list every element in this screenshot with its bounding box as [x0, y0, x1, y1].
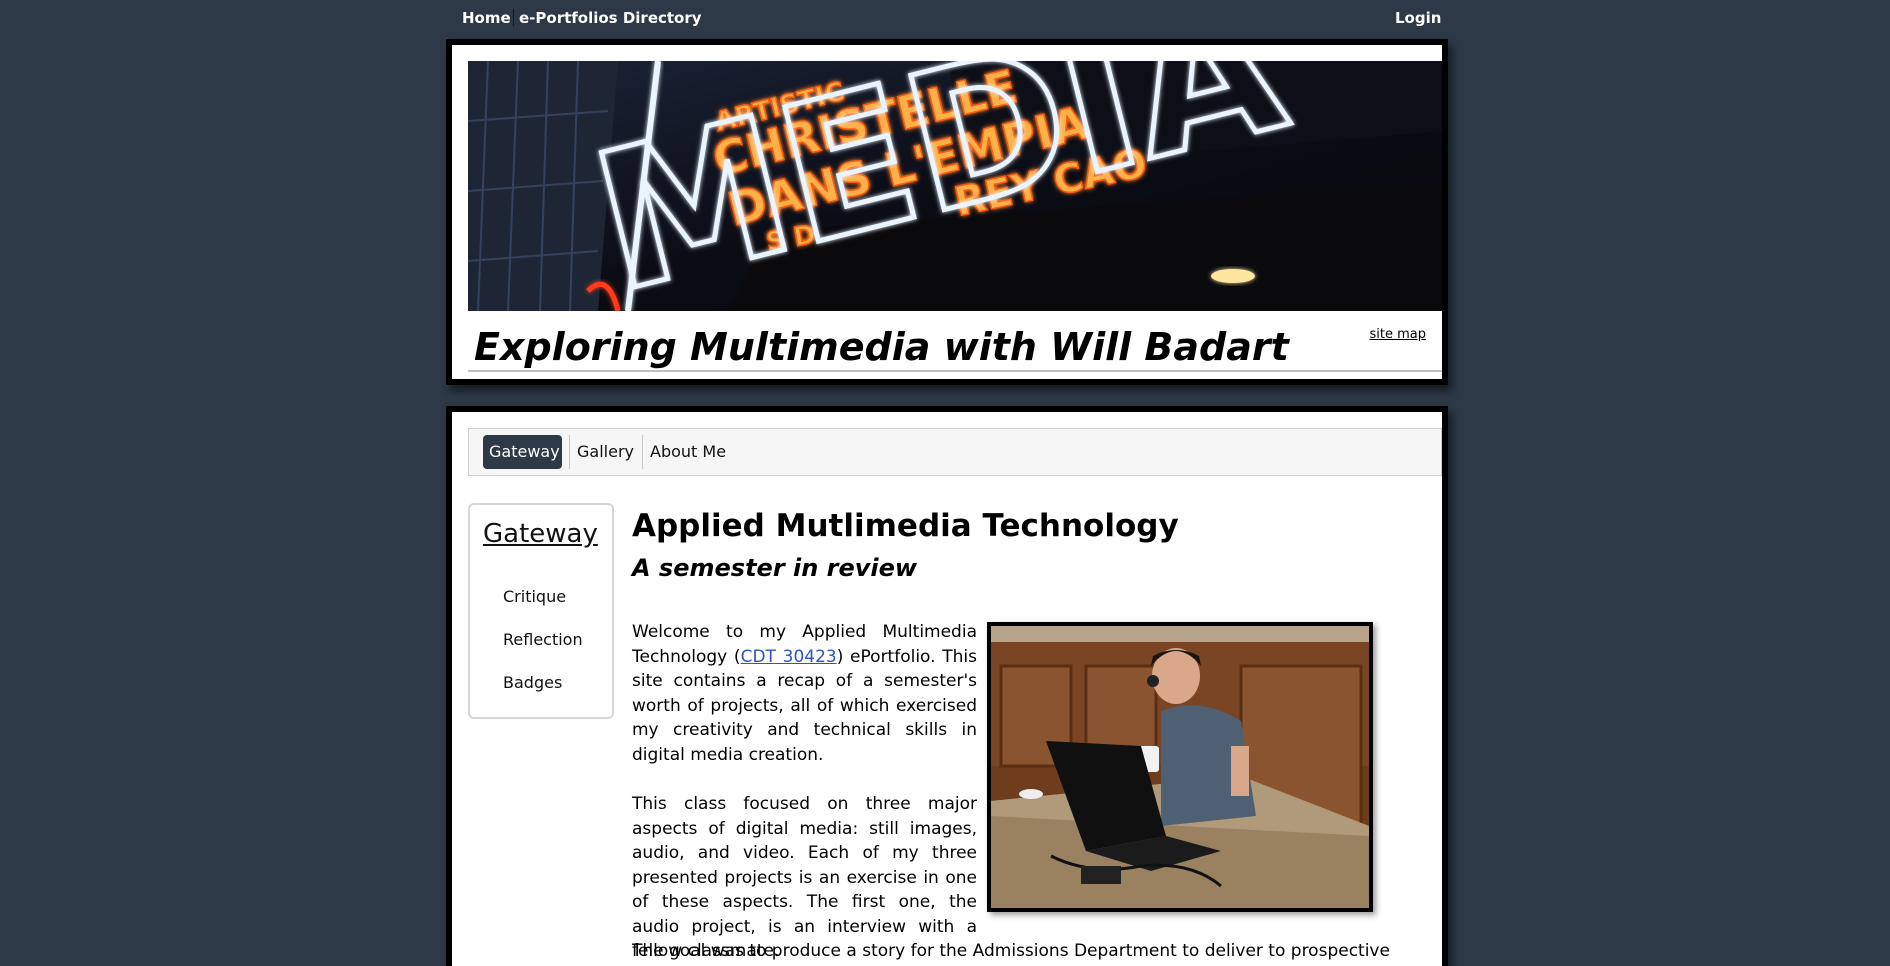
- sidebar-item-critique[interactable]: Critique: [503, 587, 566, 606]
- top-bar: Home e-Portfolios Directory Login: [0, 0, 1890, 37]
- sidebar: Gateway Critique Reflection Badges: [468, 503, 614, 719]
- student-photo: [987, 622, 1373, 912]
- cdt-30423-link[interactable]: CDT 30423: [741, 647, 837, 667]
- login-link[interactable]: Login: [1395, 9, 1441, 27]
- title-divider: [468, 370, 1442, 372]
- eportfolios-directory-link[interactable]: e-Portfolios Directory: [519, 9, 702, 27]
- tab-gallery[interactable]: Gallery: [571, 435, 640, 469]
- goal-paragraph: The goal was to produce a story for the …: [632, 941, 1390, 961]
- content-panel: Gateway Gallery About Me Gateway Critiqu…: [446, 406, 1448, 966]
- tab-gateway[interactable]: Gateway: [483, 435, 562, 469]
- class-focus-paragraph: This class focused on three major aspect…: [632, 794, 977, 961]
- banner-image: ARTISTIC CHRISTELLE DANS L'EMPIA REY CAO…: [468, 61, 1442, 311]
- nav-divider: [642, 435, 643, 469]
- header-panel: ARTISTIC CHRISTELLE DANS L'EMPIA REY CAO…: [446, 39, 1448, 385]
- site-title: Exploring Multimedia with Will Badart: [474, 325, 1289, 369]
- site-map-link[interactable]: site map: [1370, 327, 1427, 342]
- top-bar-divider: [513, 9, 514, 26]
- intro-paragraph: Welcome to my Applied Multimedia Technol…: [632, 620, 977, 767]
- sidebar-item-badges[interactable]: Badges: [503, 673, 562, 692]
- nav-divider: [569, 435, 570, 469]
- main-nav: Gateway Gallery About Me: [468, 428, 1442, 476]
- tab-about-me[interactable]: About Me: [644, 435, 732, 469]
- sidebar-title-gateway[interactable]: Gateway: [483, 519, 598, 549]
- page-subtitle: A semester in review: [632, 554, 918, 582]
- home-link[interactable]: Home: [462, 9, 511, 27]
- sidebar-item-reflection[interactable]: Reflection: [503, 630, 583, 649]
- page-title: Applied Mutlimedia Technology: [632, 508, 1179, 544]
